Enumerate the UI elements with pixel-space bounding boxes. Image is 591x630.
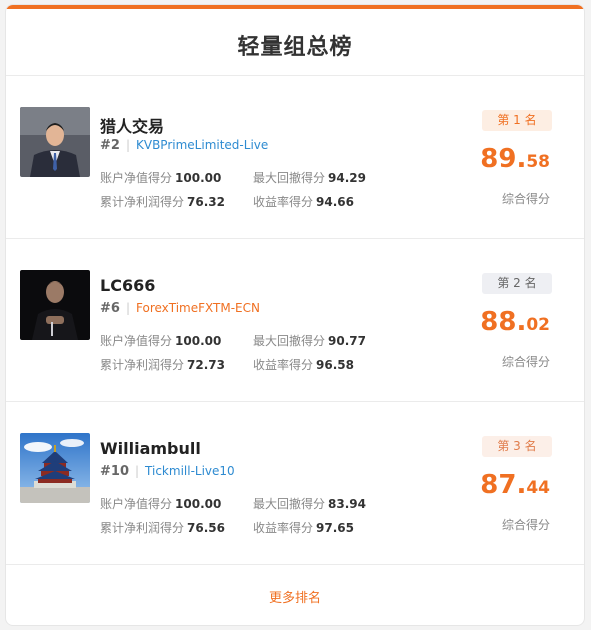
stat-equity-score: 账户净值得分 100.00	[100, 497, 222, 511]
stat-max-drawdown-score: 最大回撤得分 90.77	[253, 334, 366, 348]
rank-number: #10	[100, 464, 129, 479]
rank-number: #2	[100, 138, 120, 153]
account-info: #2 | KVBPrimeLimited-Live	[100, 138, 268, 153]
trader-name[interactable]: LC666	[100, 276, 155, 295]
ranking-row-1[interactable]: 猎人交易 #2 | KVBPrimeLimited-Live 账户净值得分 100.0…	[6, 76, 584, 238]
total-score: 88.02	[480, 307, 550, 337]
stat-return-score: 收益率得分 94.66	[253, 195, 354, 209]
stat-equity-score: 账户净值得分 100.00	[100, 171, 222, 185]
account-link[interactable]: Tickmill-Live10	[145, 464, 235, 478]
avatar[interactable]	[20, 270, 90, 340]
stat-max-drawdown-score: 最大回撤得分 94.29	[253, 171, 366, 185]
accent-bar	[6, 5, 584, 9]
stat-return-score: 收益率得分 97.65	[253, 521, 354, 535]
page-title: 轻量组总榜	[237, 35, 353, 60]
rank-badge: 第 3 名	[482, 436, 552, 457]
score-label: 综合得分	[501, 518, 550, 532]
account-info: #6 | ForexTimeFXTM-ECN	[100, 301, 260, 316]
leaderboard-card: 轻量组总榜 猎人交易 #2 | KVBPrimeLimited-Live 账户净值得…	[5, 4, 585, 626]
stat-max-drawdown-score: 最大回撤得分 83.94	[253, 497, 366, 511]
rank-number: #6	[100, 301, 120, 316]
more-rankings-link[interactable]: 更多排名	[6, 587, 584, 606]
separator: |	[125, 301, 130, 315]
separator: |	[134, 464, 140, 478]
score-label: 综合得分	[501, 355, 550, 369]
stat-net-profit-score: 累计净利润得分 76.56	[100, 521, 225, 535]
total-score: 89.58	[480, 144, 550, 174]
account-info: #10 | Tickmill-Live10	[100, 464, 235, 479]
trader-name[interactable]: 猎人交易	[100, 113, 164, 137]
rank-badge: 第 2 名	[482, 273, 552, 294]
trader-name[interactable]: Williambull	[100, 439, 201, 458]
ranking-row-3[interactable]: Williambull #10 | Tickmill-Live10 账户净值得分 10…	[6, 402, 584, 564]
divider	[6, 564, 584, 565]
rank-badge: 第 1 名	[482, 110, 552, 131]
account-link[interactable]: KVBPrimeLimited-Live	[136, 138, 268, 152]
total-score: 87.44	[480, 470, 550, 500]
stat-net-profit-score: 累计净利润得分 72.73	[100, 358, 225, 372]
stat-net-profit-score: 累计净利润得分 76.32	[100, 195, 225, 209]
account-link[interactable]: ForexTimeFXTM-ECN	[136, 301, 260, 315]
stat-equity-score: 账户净值得分 100.00	[100, 334, 222, 348]
score-label: 综合得分	[501, 192, 550, 206]
stat-return-score: 收益率得分 96.58	[253, 358, 354, 372]
separator: |	[125, 138, 130, 152]
avatar[interactable]	[20, 107, 90, 177]
avatar[interactable]	[20, 433, 90, 503]
ranking-row-2[interactable]: LC666 #6 | ForexTimeFXTM-ECN 账户净值得分 100.00 …	[6, 239, 584, 401]
